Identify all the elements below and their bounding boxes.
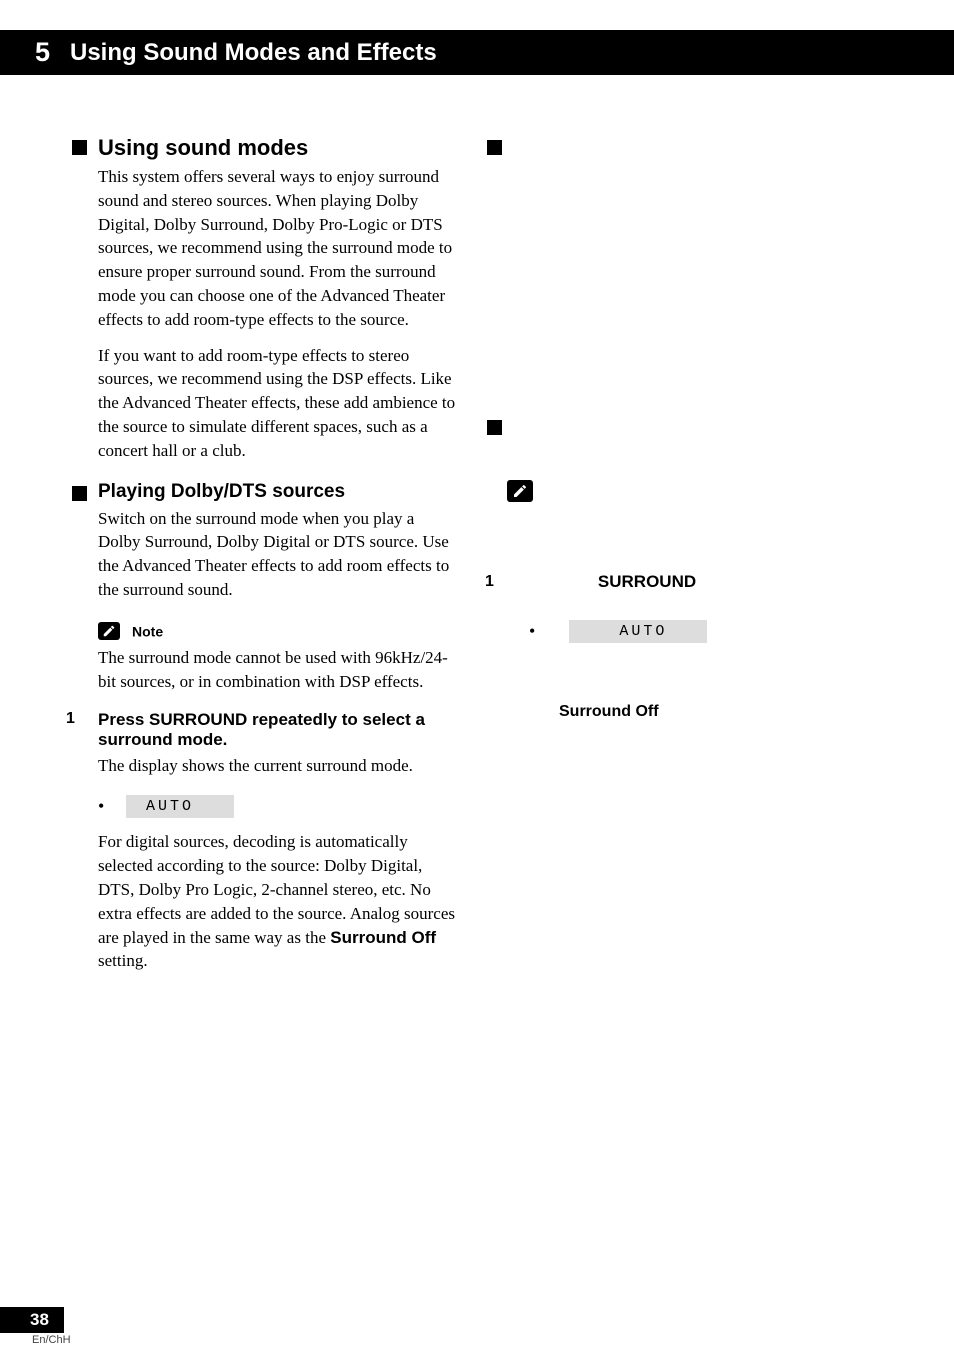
marker-wrap <box>487 420 894 440</box>
section-marker-icon <box>487 140 502 155</box>
header-fill <box>462 30 954 75</box>
right-step-row: 1 SURROUND <box>485 572 894 592</box>
note-block: Note <box>98 622 457 640</box>
right-column: 1 SURROUND • AUTO Surround Off <box>477 135 954 985</box>
body-paragraph: For digital sources, decoding is automat… <box>98 830 457 973</box>
surround-off-bold: Surround Off <box>330 928 436 947</box>
body-paragraph: If you want to add room-type effects to … <box>98 344 457 463</box>
section-marker-icon <box>72 140 87 155</box>
section-sound-modes: Using sound modes This system offers sev… <box>98 135 457 463</box>
pencil-icon <box>98 622 120 640</box>
display-bullet-row: • AUTO <box>529 620 894 643</box>
page-footer: 38 En/ChH <box>0 1307 71 1346</box>
bullet-icon: • <box>98 796 122 817</box>
page-number: 38 <box>0 1307 64 1333</box>
chapter-number: 5 <box>0 30 58 75</box>
note-label: Note <box>132 623 163 639</box>
marker-wrap <box>487 140 894 160</box>
body-paragraph: This system offers several ways to enjoy… <box>98 165 457 332</box>
step-heading: Press SURROUND repeatedly to select a su… <box>98 710 457 750</box>
surround-off-label: Surround Off <box>559 703 894 721</box>
section-heading: Playing Dolby/DTS sources <box>98 481 457 503</box>
display-value-auto: AUTO <box>126 795 234 818</box>
section-marker-icon <box>487 420 502 435</box>
chapter-title: Using Sound Modes and Effects <box>58 30 462 75</box>
section-heading: Using sound modes <box>98 135 457 161</box>
display-bullet-row: • AUTO <box>98 789 457 824</box>
step-number: 1 <box>66 710 96 728</box>
step-1: 1 Press SURROUND repeatedly to select a … <box>98 710 457 974</box>
section-marker-icon <box>72 486 87 501</box>
section-dolby-dts: Playing Dolby/DTS sources Switch on the … <box>98 481 457 974</box>
surround-label: SURROUND <box>598 572 696 591</box>
pencil-icon <box>507 480 533 502</box>
bullet-icon: • <box>529 621 535 642</box>
note-text: The surround mode cannot be used with 96… <box>98 646 457 694</box>
step-number: 1 <box>485 573 494 591</box>
language-label: En/ChH <box>32 1334 71 1346</box>
left-column: Using sound modes This system offers sev… <box>0 135 477 985</box>
display-value-auto: AUTO <box>569 620 707 643</box>
right-note-icon-wrap <box>487 480 894 572</box>
body-paragraph: Switch on the surround mode when you pla… <box>98 507 457 602</box>
page-content: Using sound modes This system offers sev… <box>0 75 954 985</box>
page-header: 5 Using Sound Modes and Effects <box>0 30 954 75</box>
step-paragraph: The display shows the current surround m… <box>98 754 457 778</box>
text-run: setting. <box>98 951 148 970</box>
